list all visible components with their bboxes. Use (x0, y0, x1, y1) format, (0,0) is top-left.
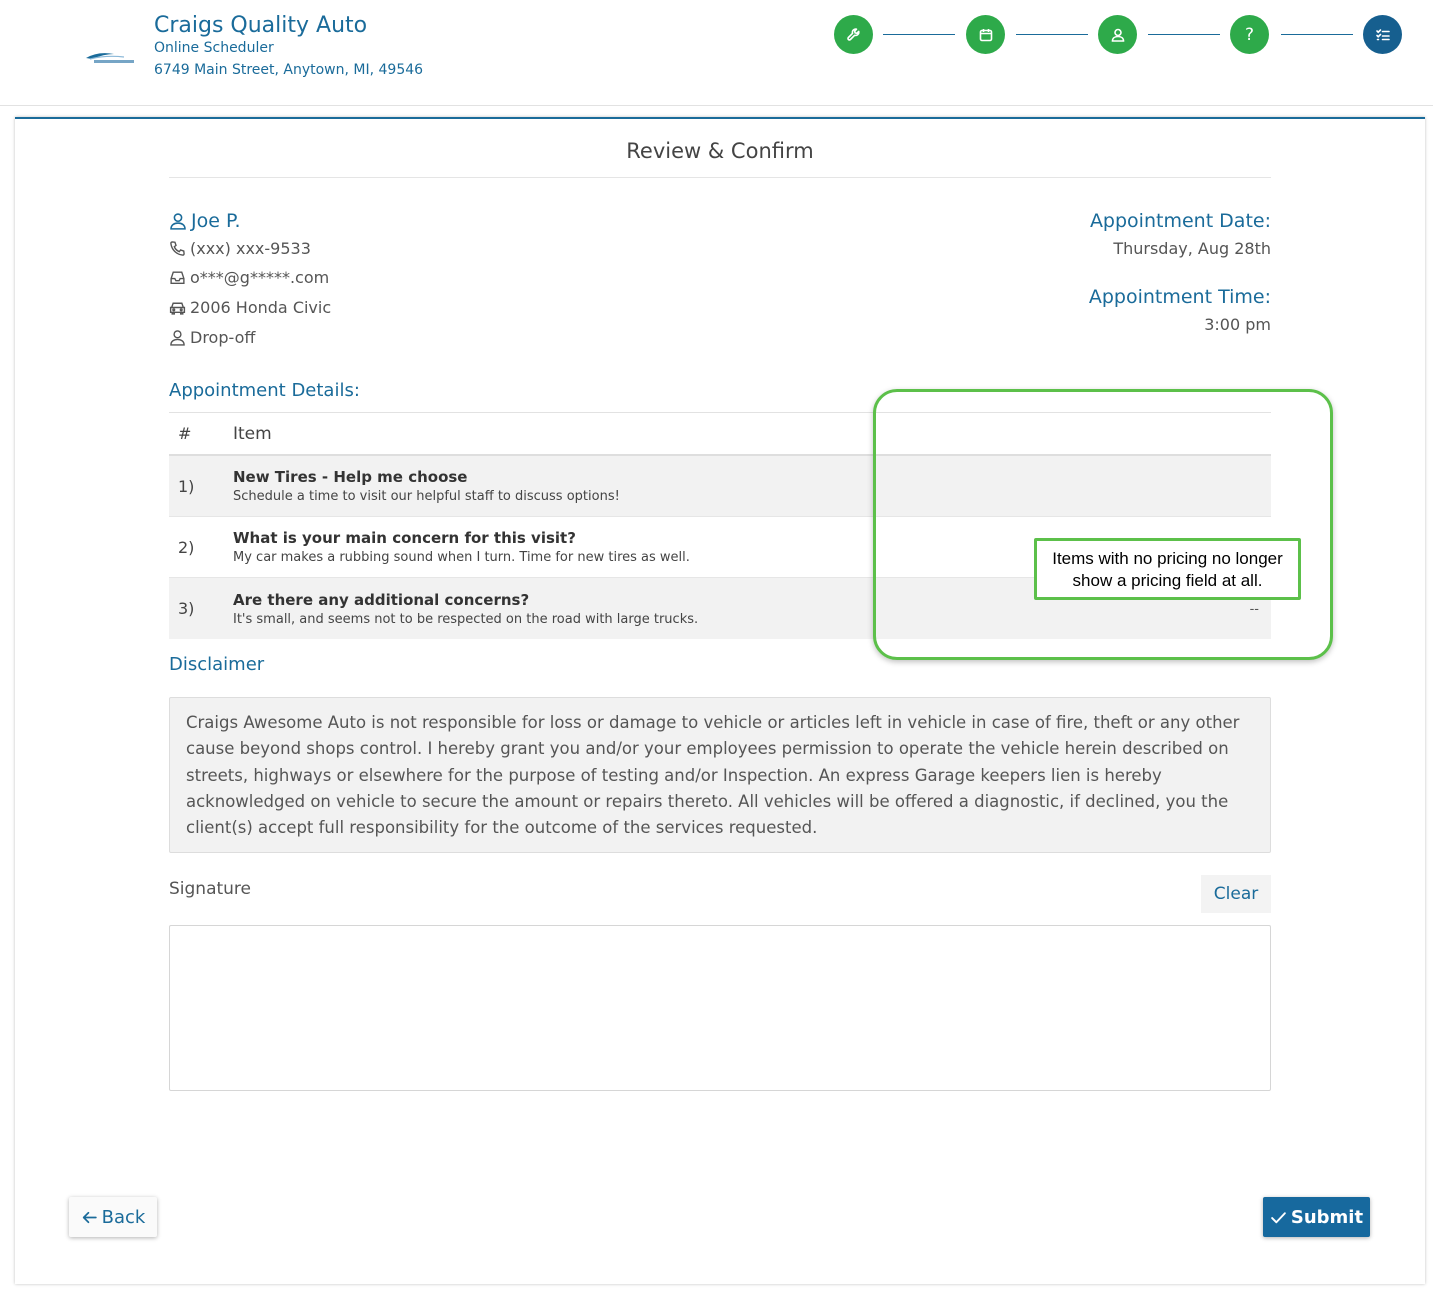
phone-icon (170, 241, 185, 256)
review-card: Review & Confirm Joe P. (xxx) xxx-9533 o… (15, 117, 1425, 1284)
wrench-icon (846, 27, 860, 41)
back-button[interactable]: Back (69, 1197, 157, 1237)
step-connector (1148, 34, 1220, 35)
customer-vehicle: 2006 Honda Civic (190, 298, 332, 317)
row-number: 3) (178, 599, 195, 618)
appointment-details-heading: Appointment Details: (169, 380, 360, 401)
appointment-time-label: Appointment Time: (1088, 286, 1271, 308)
appointment-date-label: Appointment Date: (1089, 210, 1271, 232)
user-icon (170, 213, 186, 230)
step-date[interactable] (966, 15, 1005, 54)
page-title: Review & Confirm (626, 139, 814, 163)
checklist-icon (1375, 28, 1390, 40)
app-header: Craigs Quality Auto Online Scheduler 674… (0, 0, 1433, 106)
title-divider (169, 177, 1271, 178)
submit-button-label: Submit (1290, 1206, 1364, 1228)
calendar-icon (979, 28, 992, 41)
awesome-auto-logo (84, 50, 136, 66)
car-icon (169, 302, 186, 315)
appointment-date: Thursday, Aug 28th (1113, 239, 1271, 258)
customer-email: o***@g*****.com (190, 268, 330, 287)
check-icon (1271, 1211, 1286, 1223)
business-address: 6749 Main Street, Anytown, MI, 49546 (154, 62, 424, 78)
submit-button[interactable]: Submit (1263, 1197, 1370, 1237)
step-questions[interactable]: ? (1230, 15, 1269, 54)
user-icon (1111, 28, 1124, 42)
clear-signature-button[interactable]: Clear (1201, 875, 1271, 913)
step-connector (1016, 34, 1088, 35)
business-name: Craigs Quality Auto (154, 13, 368, 38)
step-service[interactable] (834, 15, 873, 54)
inbox-icon (170, 271, 185, 285)
row-number: 1) (178, 476, 195, 496)
question-icon: ? (1244, 24, 1255, 45)
disclaimer-text: Craigs Awesome Auto is not responsible f… (169, 697, 1271, 853)
customer-phone-row: (xxx) xxx-9533 (169, 239, 311, 258)
row-number: 2) (178, 537, 195, 557)
customer-email-row: o***@g*****.com (169, 268, 329, 287)
disclaimer-heading: Disclaimer (169, 654, 265, 675)
step-review[interactable] (1363, 15, 1402, 54)
signature-pad[interactable] (169, 925, 1271, 1091)
user-icon (170, 330, 185, 346)
customer-vehicle-row: 2006 Honda Civic (169, 298, 331, 317)
business-subtitle: Online Scheduler (154, 40, 274, 56)
customer-name: Joe P. (191, 210, 241, 232)
step-connector (1281, 34, 1353, 35)
customer-service-type-row: Drop-off (169, 328, 255, 347)
annotation-highlight-box (873, 389, 1333, 660)
annotation-note: Items with no pricing no longer show a p… (1034, 538, 1301, 600)
customer-service-type: Drop-off (190, 328, 256, 347)
customer-name-row: Joe P. (169, 210, 241, 232)
back-button-label: Back (101, 1206, 146, 1228)
column-header-number: # (178, 424, 192, 443)
signature-label: Signature (169, 879, 252, 899)
arrow-left-icon (82, 1211, 97, 1223)
appointment-time: 3:00 pm (1204, 315, 1271, 334)
step-connector (883, 34, 955, 35)
customer-phone: (xxx) xxx-9533 (190, 239, 311, 258)
step-customer[interactable] (1098, 15, 1137, 54)
